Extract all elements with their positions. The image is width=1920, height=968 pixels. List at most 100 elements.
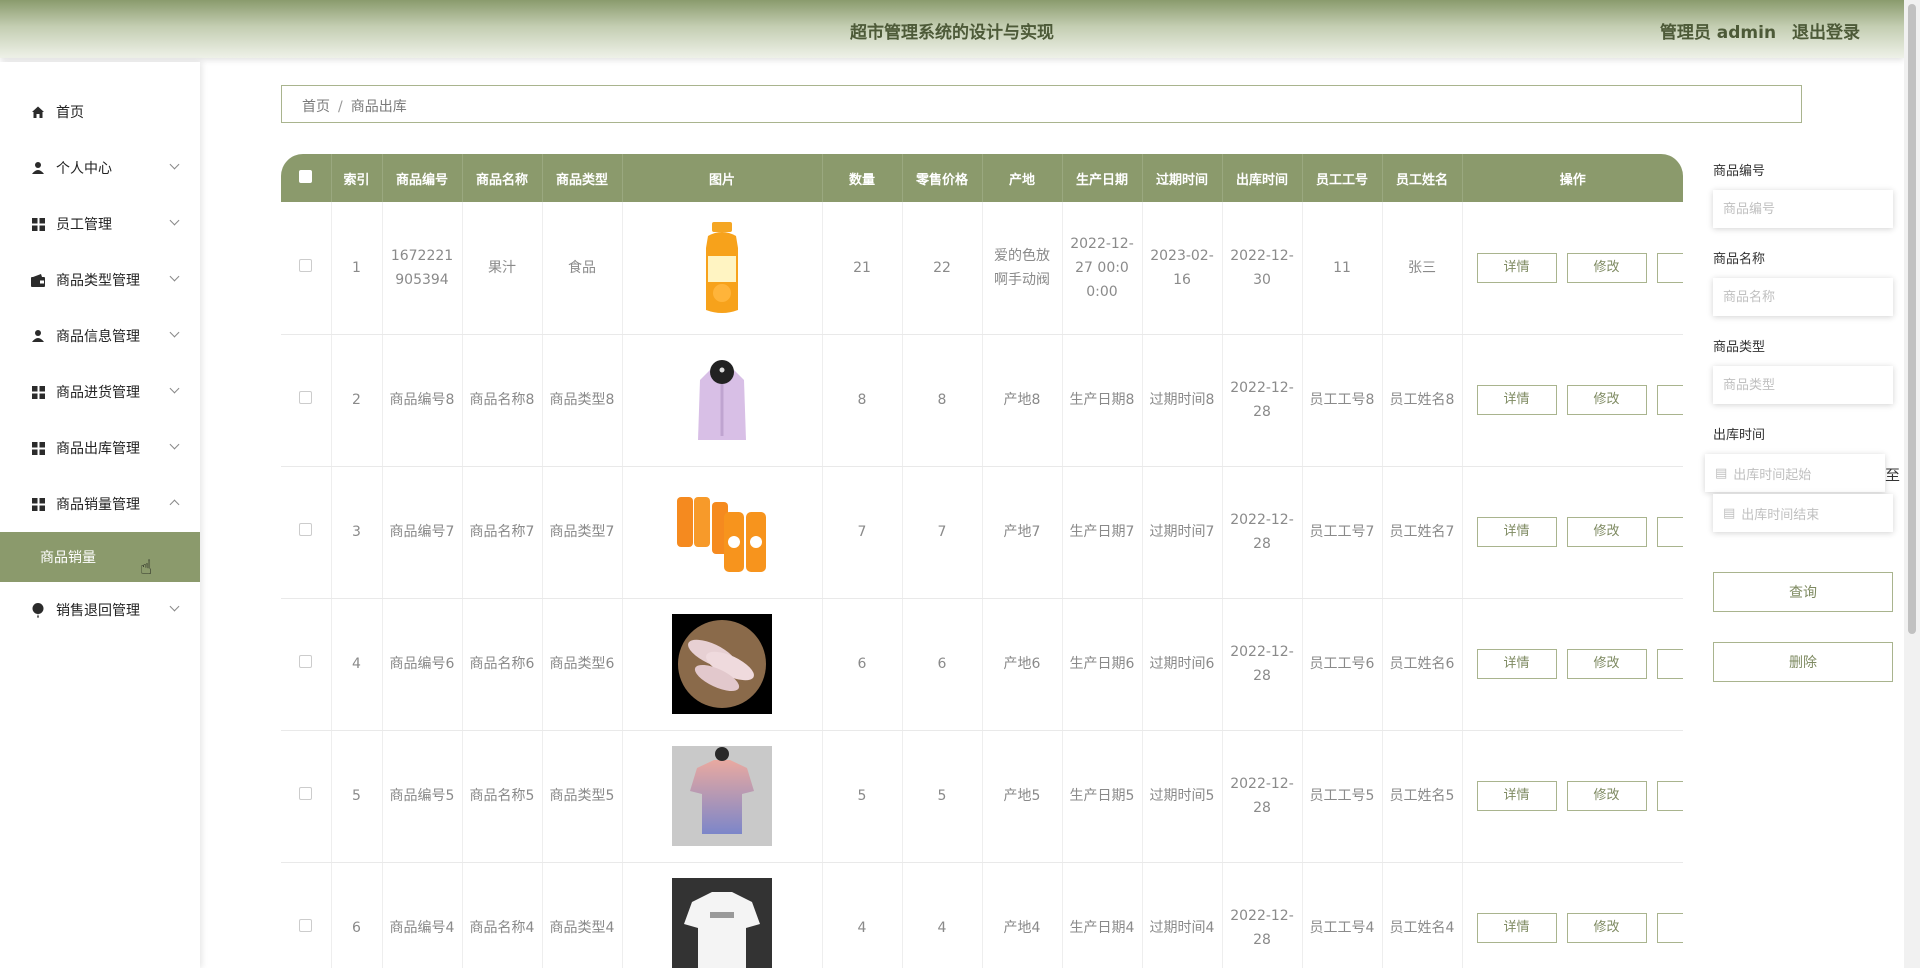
- type-label: 商品类型: [1713, 340, 1766, 355]
- cell-price: 8: [902, 334, 983, 467]
- table-row: 1 1672221905394 果汁 食品 21 22 爱的色放啊手动阀 2022-12-27…: [281, 202, 1683, 335]
- sidebar-item-sales[interactable]: 商品销量管理: [0, 476, 200, 532]
- hand-cursor-icon: ☝: [140, 555, 153, 579]
- page-scrollbar[interactable]: [1904, 0, 1920, 968]
- grid-icon: [30, 216, 46, 232]
- cell-index: 3: [331, 466, 383, 599]
- cell-emp-no: 员工工号7: [1302, 466, 1383, 599]
- logout-link[interactable]: 退出登录: [1792, 23, 1860, 43]
- delete-row-button[interactable]: [1656, 517, 1683, 547]
- sidebar-item-label: 员工管理: [56, 217, 112, 233]
- time-range-separator: 至: [1885, 466, 1901, 484]
- product-image: [672, 482, 772, 582]
- cell-picture: [622, 862, 823, 968]
- select-all-cell[interactable]: [281, 154, 332, 202]
- edit-button[interactable]: 修改: [1566, 517, 1647, 547]
- sidebar-item-goods-info[interactable]: 商品信息管理: [0, 308, 200, 364]
- grid-icon: [30, 496, 46, 512]
- time-label: 出库时间: [1713, 428, 1766, 443]
- sidebar-subitem-sales[interactable]: 商品销量: [0, 532, 200, 582]
- cell-price: 6: [902, 598, 983, 731]
- sidebar-item-stock-out[interactable]: 商品出库管理: [0, 420, 200, 476]
- sidebar-item-label: 首页: [56, 105, 84, 121]
- delete-row-button[interactable]: [1656, 252, 1683, 283]
- row-select-cell[interactable]: [281, 730, 332, 863]
- edit-button[interactable]: 修改: [1566, 385, 1647, 415]
- row-checkbox[interactable]: [299, 523, 313, 536]
- sidebar-subitem-label: 商品销量: [40, 550, 96, 566]
- cell-emp-no: 员工工号4: [1302, 862, 1383, 968]
- admin-label: 管理员 admin: [1659, 23, 1777, 43]
- chevron-down-icon: [169, 383, 180, 394]
- detail-button[interactable]: 详情: [1476, 649, 1557, 679]
- sidebar-item-staff[interactable]: 员工管理: [0, 196, 200, 252]
- chevron-down-icon: [169, 601, 180, 612]
- cell-mfg: 生产日期7: [1062, 466, 1143, 599]
- cell-code: 商品编号4: [382, 862, 463, 968]
- cell-code: 商品编号5: [382, 730, 463, 863]
- select-all-checkbox[interactable]: [299, 169, 313, 183]
- calendar-icon: ▤: [1715, 465, 1728, 481]
- delete-row-button[interactable]: [1656, 913, 1683, 943]
- cell-index: 1: [331, 202, 383, 335]
- chevron-up-icon: [169, 499, 180, 510]
- edit-button[interactable]: 修改: [1566, 781, 1647, 811]
- row-checkbox[interactable]: [299, 391, 313, 404]
- cell-price: 5: [902, 730, 983, 863]
- delete-row-button[interactable]: [1656, 781, 1683, 811]
- cell-out: 2022-12-28: [1222, 598, 1303, 731]
- detail-button[interactable]: 详情: [1476, 781, 1557, 811]
- row-checkbox[interactable]: [299, 919, 313, 932]
- time-end-picker[interactable]: ▤ 出库时间结束: [1713, 494, 1893, 532]
- row-select-cell[interactable]: [281, 466, 332, 599]
- detail-button[interactable]: 详情: [1476, 252, 1557, 283]
- row-checkbox[interactable]: [299, 258, 313, 272]
- table-row: 5 商品编号5 商品名称5 商品类型5 5 5 产地5 生产日期5 过期时间5 2022-12-2…: [281, 730, 1683, 863]
- detail-button[interactable]: 详情: [1476, 913, 1557, 943]
- cell-origin: 产地6: [982, 598, 1063, 731]
- cell-name: 商品名称5: [462, 730, 543, 863]
- edit-button[interactable]: 修改: [1566, 913, 1647, 943]
- cell-mfg: 生产日期5: [1062, 730, 1143, 863]
- balloon-icon: [30, 602, 46, 618]
- row-select-cell[interactable]: [281, 862, 332, 968]
- query-button[interactable]: 查询: [1713, 572, 1893, 612]
- col-header: 商品编号: [382, 154, 463, 202]
- time-start-picker[interactable]: ▤ 出库时间起始: [1705, 454, 1885, 492]
- row-checkbox[interactable]: [299, 655, 313, 668]
- delete-row-button[interactable]: [1656, 649, 1683, 679]
- cell-actions: 详情 修改: [1462, 466, 1683, 599]
- col-header: 生产日期: [1062, 154, 1143, 202]
- sidebar-item-stock-in[interactable]: 商品进货管理: [0, 364, 200, 420]
- breadcrumb-home[interactable]: 首页: [302, 99, 330, 115]
- type-input[interactable]: [1713, 366, 1893, 404]
- code-input[interactable]: [1713, 190, 1893, 228]
- cell-exp: 过期时间4: [1142, 862, 1223, 968]
- scrollbar-thumb[interactable]: [1908, 4, 1916, 634]
- sidebar-item-goods-type[interactable]: 商品类型管理: [0, 252, 200, 308]
- row-checkbox[interactable]: [299, 787, 313, 800]
- edit-button[interactable]: 修改: [1566, 649, 1647, 679]
- edit-button[interactable]: 修改: [1566, 252, 1647, 283]
- cell-code: 1672221905394: [382, 202, 463, 335]
- cell-origin: 产地4: [982, 862, 1063, 968]
- cell-out: 2022-12-28: [1222, 334, 1303, 467]
- cell-name: 商品名称8: [462, 334, 543, 467]
- detail-button[interactable]: 详情: [1476, 385, 1557, 415]
- delete-button[interactable]: 删除: [1713, 642, 1893, 682]
- sidebar-item-label: 个人中心: [56, 161, 112, 177]
- row-select-cell[interactable]: [281, 202, 332, 335]
- cell-exp: 过期时间8: [1142, 334, 1223, 467]
- name-input[interactable]: [1713, 278, 1893, 316]
- sidebar-item-returns[interactable]: 销售退回管理: [0, 582, 200, 638]
- wallet-icon: [30, 272, 46, 288]
- sidebar-item-personal[interactable]: 个人中心: [0, 140, 200, 196]
- row-select-cell[interactable]: [281, 598, 332, 731]
- delete-row-button[interactable]: [1656, 385, 1683, 415]
- row-select-cell[interactable]: [281, 334, 332, 467]
- app-title: 超市管理系统的设计与实现: [850, 23, 1054, 43]
- detail-button[interactable]: 详情: [1476, 517, 1557, 547]
- code-label: 商品编号: [1713, 164, 1766, 179]
- sidebar-item-home[interactable]: 首页: [0, 84, 200, 140]
- cell-exp: 过期时间7: [1142, 466, 1223, 599]
